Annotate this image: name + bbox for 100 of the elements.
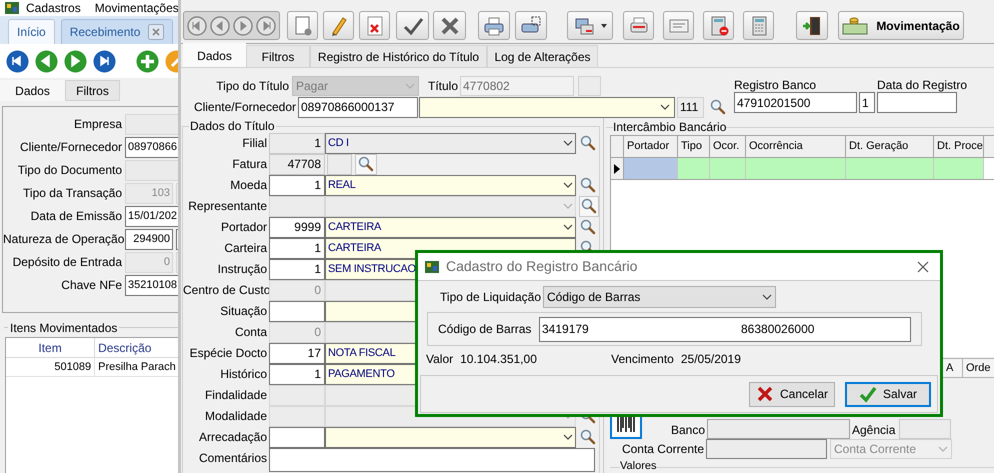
input-field[interactable]: 1 [859,92,875,113]
search-icon[interactable] [580,219,596,235]
tab[interactable]: Filtros [65,80,120,101]
input-field[interactable]: 08970866000137 [298,96,418,118]
sync-menu-button[interactable] [567,11,613,40]
search-icon[interactable] [580,177,596,193]
column-header[interactable]: Orde [962,359,992,377]
input-field[interactable]: 111 [677,96,704,118]
exit-door-button[interactable] [796,11,828,40]
column-header[interactable]: Dt. Geração [846,136,934,157]
calculator-remove-button[interactable] [703,11,734,40]
input-field[interactable]: 9999 [269,216,325,238]
print-button[interactable] [478,11,510,40]
previous-record-icon[interactable] [35,50,58,72]
column-header[interactable]: Dt. Proce [934,136,984,157]
dropdown-chevron-icon[interactable] [762,294,772,300]
input-field[interactable] [269,300,325,322]
field-value: NOTA FISCAL [328,346,396,361]
column-header[interactable]: Tipo [678,136,710,157]
column-header[interactable]: Ocorrência [746,136,846,157]
dialog-button[interactable]: Cancelar [749,382,835,406]
dialog-title: Cadastro do Registro Bancário [446,257,638,276]
dropdown[interactable] [419,96,675,118]
field-label: Agência [851,422,896,439]
search-icon[interactable] [580,135,596,151]
column-header[interactable]: Item [6,338,96,357]
input-field[interactable]: 1 [269,258,325,280]
input-field[interactable]: 47910201500 [734,92,857,113]
caret-icon [601,24,607,28]
dropdown-chevron-icon[interactable] [660,104,670,110]
field-value: PAGAMENTO [328,366,395,382]
app-logo-icon [424,260,440,274]
input-field[interactable]: 1 [269,364,325,384]
input-field[interactable] [269,426,325,448]
dropdown-chevron-icon[interactable] [563,434,573,440]
tab[interactable]: Log de Alterações [487,45,598,67]
dropdown-value: Conta Corrente [834,441,916,458]
field-label: Filial [241,135,268,152]
print-cancel-button[interactable] [623,11,654,40]
confirm-button[interactable] [396,11,429,40]
column-header[interactable]: Ocor. [710,136,746,157]
column-header[interactable]: Portador [624,136,678,157]
input-field[interactable]: 15/01/202 [125,206,180,226]
last-record-icon[interactable] [93,50,116,72]
cancel-button[interactable] [433,11,466,40]
input-field[interactable]: 1 [269,174,325,196]
tab[interactable]: Dados [0,80,65,101]
input-field[interactable]: 294900 [125,228,173,250]
tab[interactable]: Filtros [246,45,310,67]
input-field[interactable]: 4770802 [460,76,574,96]
input-field[interactable]: 1 [269,132,325,154]
print-preview-button[interactable] [515,11,547,40]
dropdown[interactable]: Código de Barras [543,286,776,308]
input-field[interactable]: 47708 [269,154,325,174]
delete-document-button[interactable] [359,11,390,40]
dropdown-chevron-icon[interactable] [563,182,573,188]
first-record-icon[interactable] [186,14,208,36]
input-field[interactable] [707,419,850,439]
movimentacao-button[interactable]: Movimentação [838,11,964,40]
card-button[interactable] [663,11,694,40]
dropdown[interactable] [325,426,576,448]
new-document-button[interactable] [287,11,318,40]
text-area[interactable] [269,448,595,472]
menu-item[interactable]: Cadastros [26,0,81,17]
add-icon[interactable] [136,50,159,72]
input-field[interactable]: 17 [269,342,325,364]
dropdown-chevron-icon[interactable] [563,140,573,146]
field-label: Depósito de Entrada [12,254,123,271]
search-button[interactable] [355,154,377,174]
dropdown-chevron-icon[interactable] [563,224,573,230]
search-icon[interactable] [580,429,596,445]
last-record-icon[interactable] [255,14,277,36]
input-field[interactable] [327,154,352,174]
checkmark-icon [858,385,877,403]
next-record-icon[interactable] [64,50,87,72]
dropdown[interactable]: CD I [325,132,576,154]
tab[interactable]: Registro de Histórico do Título [310,45,487,67]
first-record-icon[interactable] [6,50,29,72]
search-icon[interactable] [710,99,726,115]
tab[interactable]: Recebimento [60,19,174,44]
input-field[interactable]: 08970866 [125,136,180,158]
close-icon[interactable] [916,260,930,274]
input-field[interactable]: 1 [269,238,325,258]
input-field[interactable] [706,439,827,459]
input-field[interactable] [877,92,957,113]
dropdown[interactable]: REAL [325,174,576,196]
calculator-button[interactable] [743,11,774,40]
table-cell: 501089 [6,358,96,376]
input-field[interactable] [899,419,951,439]
tab[interactable]: Dados [183,43,246,67]
input-field[interactable]: 35210108 [125,274,180,296]
dropdown[interactable]: CARTEIRA [325,216,576,238]
pencil-button[interactable] [323,11,354,40]
input-field[interactable]: 3419179 86380026000 [539,316,911,342]
menu-item[interactable]: Movimentações [94,0,179,17]
next-record-icon[interactable] [232,14,254,36]
previous-record-icon[interactable] [209,14,231,36]
tab[interactable]: Início [8,19,55,44]
dialog-button[interactable]: Salvar [845,382,931,406]
row-indicator[interactable] [611,158,624,179]
